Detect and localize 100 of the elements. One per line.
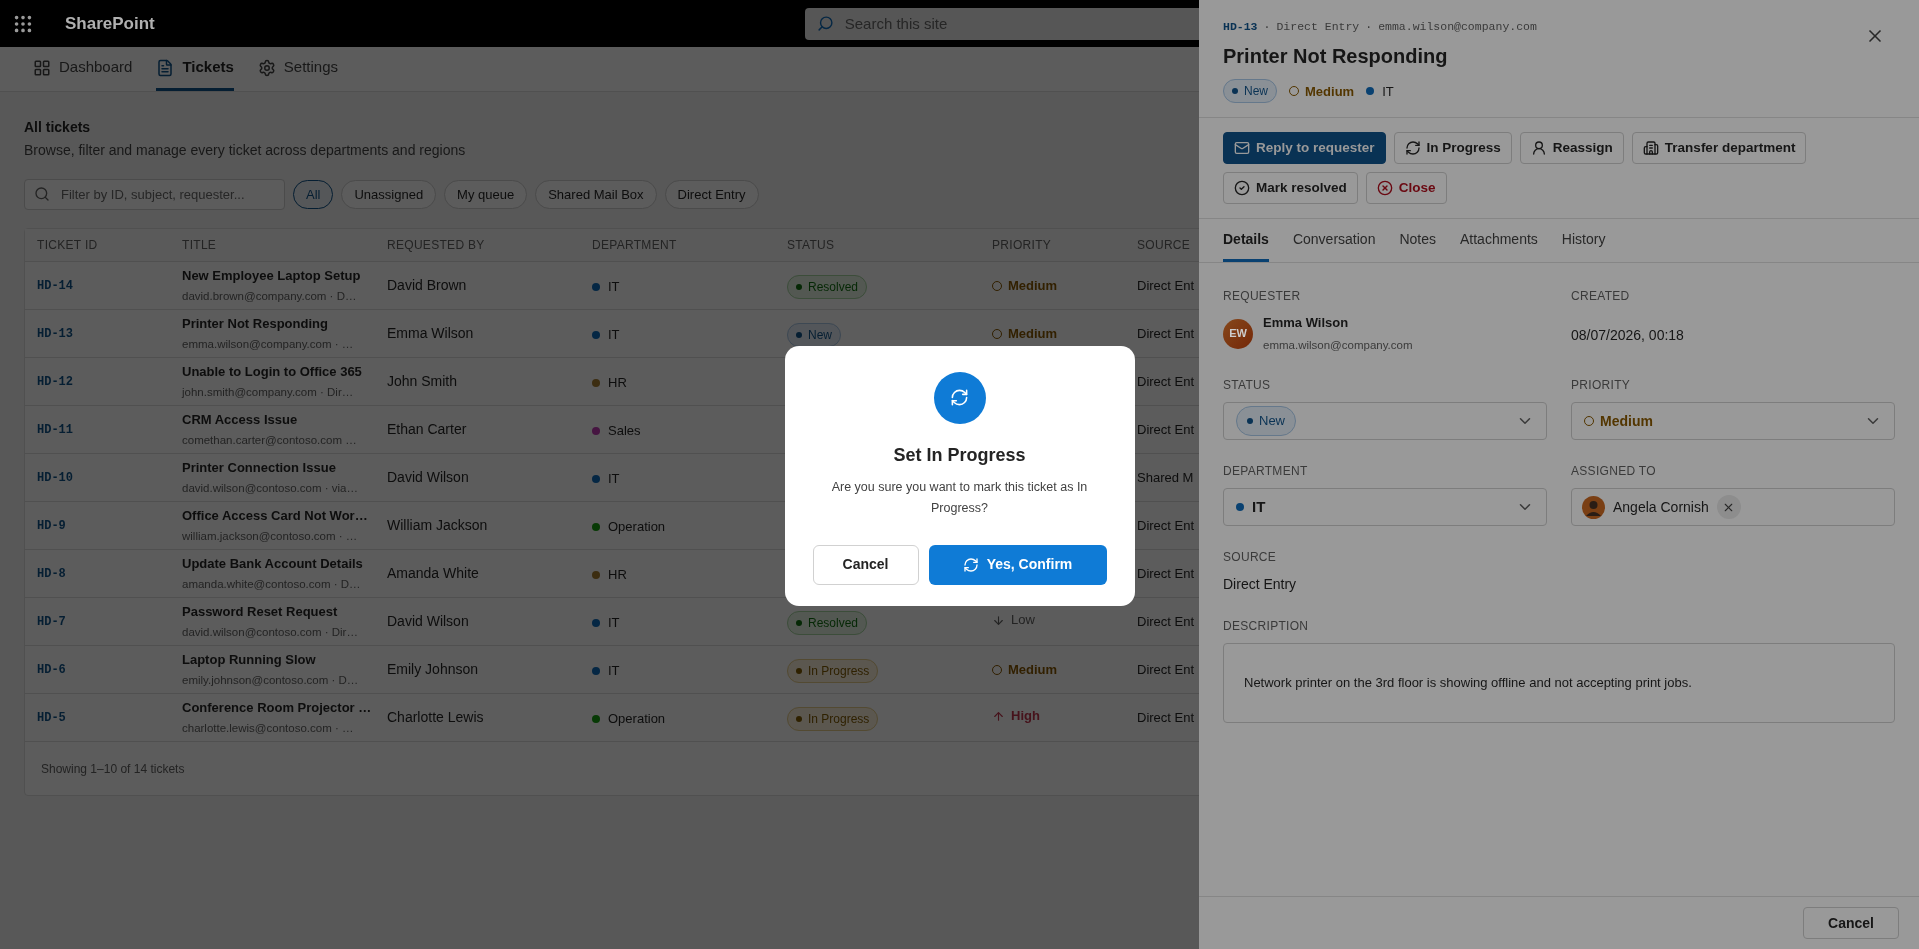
status-badge: Resolved [787,610,868,635]
department-label: IT [1382,82,1394,101]
department-label: IT [608,661,620,680]
action-button[interactable]: Close [1365,172,1447,205]
dialog-title: Set In Progress [893,443,1026,467]
action-button[interactable]: Reassign [1519,132,1624,165]
ticket-id-link[interactable]: HD-14 [37,276,73,295]
priority-label: Medium [1008,276,1058,295]
assignee-field[interactable]: Angela Cornish [1571,488,1895,526]
action-button[interactable]: Reply to requester [1223,132,1386,165]
field-label: STATUS [1223,377,1271,394]
requester-email: emma.wilson@company.com [1263,337,1413,353]
app-name: SharePoint [65,12,155,35]
ticket-id-link[interactable]: HD-12 [37,372,73,391]
action-button[interactable]: Mark resolved [1223,172,1358,205]
department-label: Sales [608,421,641,440]
page-subtitle: Browse, filter and manage every ticket across departments and regions [24,141,466,160]
filter-chip[interactable]: My queue [444,180,528,209]
field-label: DESCRIPTION [1223,618,1309,635]
remove-assignee-button[interactable] [1716,495,1741,519]
source-label: Direct Ent [1137,276,1195,295]
requester-name: William Jackson [387,516,488,535]
check-circle-icon [1234,180,1250,197]
field-label: REQUESTER [1223,288,1301,306]
drawer-tab[interactable]: Notes [1399,219,1436,263]
priority-label: High [1011,707,1040,726]
action-button[interactable]: Transfer department [1631,132,1807,165]
action-button[interactable]: In Progress [1393,132,1512,165]
filter-chip[interactable]: Unassigned [341,180,437,209]
ticket-id-link[interactable]: HD-6 [37,660,66,679]
drawer-tab[interactable]: Attachments [1460,219,1538,263]
building-icon [1642,140,1659,157]
priority-label: Low [1011,611,1035,630]
ticket-title: Update Bank Account Details [182,555,363,574]
filter-chip[interactable]: Direct Entry [664,180,759,209]
person-avatar [1582,495,1605,519]
nav-tab[interactable]: Tickets [156,47,234,91]
priority-label: Medium [1008,660,1058,679]
search-icon [816,14,834,32]
source-label: Direct Ent [1137,516,1195,535]
status-badge: New [1223,79,1277,104]
department-dropdown[interactable]: IT [1223,488,1547,526]
created-date: 08/07/2026, 00:18 [1571,326,1684,346]
ticket-id-link[interactable]: HD-5 [37,708,66,727]
ticket-title: New Employee Laptop Setup [182,267,361,286]
assignee-name: Angela Cornish [1613,497,1709,517]
priority-dropdown[interactable]: Medium [1571,402,1895,440]
source-label: Shared M [1137,468,1194,487]
nav-tab[interactable]: Settings [257,47,339,91]
department-label: IT [1252,496,1266,517]
ticket-id-link[interactable]: HD-8 [37,564,66,583]
ticket-id-link[interactable]: HD-11 [37,420,73,439]
status-badge: New [1236,406,1296,436]
cancel-button[interactable]: Cancel [1803,907,1899,939]
grid-icon [33,58,51,77]
filter-chip[interactable]: Shared Mail Box [535,180,657,209]
confirm-button[interactable]: Yes, Confirm [928,544,1107,585]
source-value: Direct Entry [1223,575,1297,594]
ticket-subtitle: john.smith@company.com · Dir… [182,384,354,400]
priority-label: Medium [1008,324,1058,343]
requester-name: Emily Johnson [387,660,479,679]
ticket-id-link[interactable]: HD-10 [37,468,73,487]
ticket-title: Printer Connection Issue [182,459,336,478]
ticket-subtitle: david.wilson@contoso.com · via… [182,480,358,496]
drawer-tab[interactable]: Details [1223,219,1269,263]
page-title: All tickets [24,118,91,137]
nav-tab[interactable]: Dashboard [33,47,133,91]
ticket-subtitle: comethan.carter@contoso.com … [182,432,357,448]
drawer-tab[interactable]: Conversation [1292,219,1376,263]
ticket-source: Direct Entry [1276,19,1360,35]
drawer-tab[interactable]: History [1561,219,1606,263]
separator: · [1263,19,1271,35]
pagination-summary: Showing 1–10 of 14 tickets [41,760,185,778]
column-header: PRIORITY [992,237,1052,254]
status-badge: Resolved [787,274,868,299]
cancel-button[interactable]: Cancel [812,544,919,585]
source-label: Direct Ent [1137,372,1195,391]
search-icon [34,186,50,202]
ticket-id-link[interactable]: HD-7 [37,612,66,631]
ticket-title: CRM Access Issue [182,411,298,430]
status-dropdown[interactable]: New [1223,402,1547,440]
requester-avatar: EW [1223,318,1253,349]
priority-label: Medium [1305,82,1355,101]
department-label: Operation [608,709,666,728]
ticket-subtitle: william.jackson@contoso.com · … [182,528,358,544]
field-label: ASSIGNED TO [1571,463,1656,480]
department-label: HR [608,565,627,584]
source-label: Direct Ent [1137,660,1195,679]
ticket-id-link[interactable]: HD-13 [37,324,73,343]
settings-icon [257,58,276,77]
requester-name: David Wilson [387,468,469,487]
person-icon [1530,140,1547,157]
ticket-id-link[interactable]: HD-9 [37,516,66,535]
ticket-title: Office Access Card Not Wor… [182,507,368,526]
field-label: CREATED [1571,288,1630,306]
source-label: Direct Ent [1137,612,1195,631]
arrow-down-icon [992,613,1005,627]
filter-chip[interactable]: All [293,180,334,209]
ticket-subtitle: david.brown@company.com · D… [182,288,357,304]
department-label: IT [608,613,620,632]
